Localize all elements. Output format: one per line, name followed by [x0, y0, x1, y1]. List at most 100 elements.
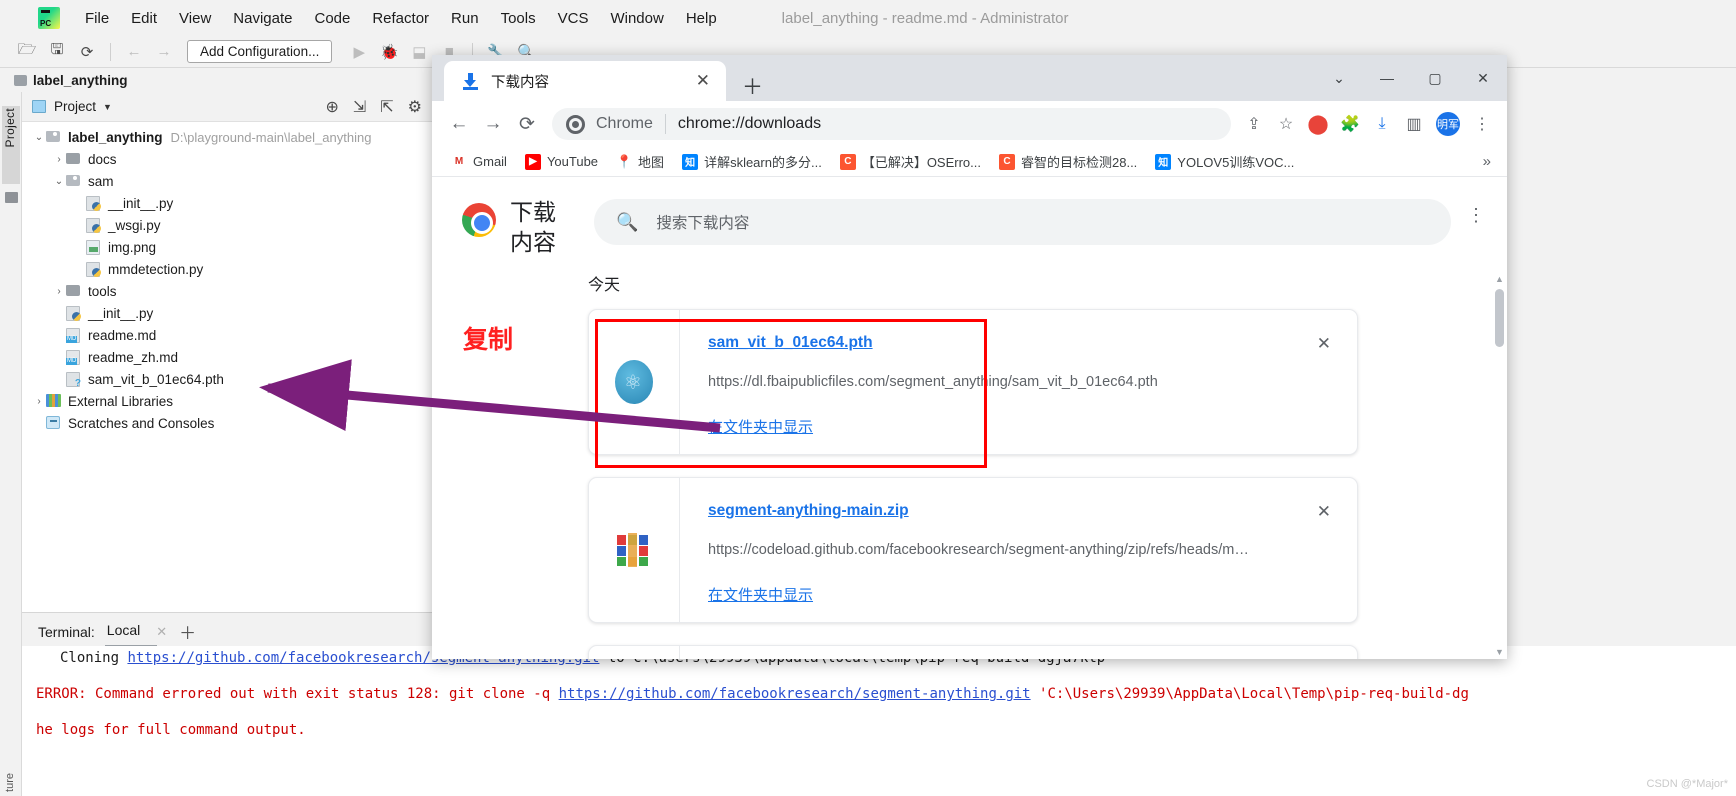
chevron-right-icon[interactable]: › — [52, 286, 66, 297]
tree-item[interactable]: img.png — [22, 236, 434, 258]
downloads-page-header: 下载内容 🔍 搜索下载内容 ⋮ — [432, 177, 1507, 257]
back-arrow-icon[interactable]: ← — [442, 107, 476, 141]
run-icon[interactable]: ▶ — [346, 40, 372, 64]
downloads-search-box[interactable]: 🔍 搜索下载内容 — [594, 199, 1451, 245]
kebab-menu-icon[interactable]: ⋮ — [1467, 109, 1497, 139]
chrome-tab-downloads[interactable]: 下载内容 ✕ — [444, 61, 726, 101]
menu-item-view[interactable]: View — [168, 10, 222, 27]
expand-icon[interactable]: ⇱ — [380, 97, 393, 117]
chevron-right-icon[interactable]: › — [32, 396, 46, 407]
bookmark-item[interactable]: 📍 地图 — [609, 149, 671, 174]
bookmark-item[interactable]: 知详解sklearn的多分... — [675, 149, 829, 174]
chevron-down-icon[interactable]: ⌄ — [32, 132, 46, 143]
tree-item[interactable]: › docs — [22, 148, 434, 170]
refresh-icon[interactable]: ⟳ — [74, 40, 100, 64]
chevron-down-icon[interactable]: ⌄ — [52, 176, 66, 187]
forward-arrow-icon[interactable]: → — [151, 40, 177, 64]
chevron-up-icon[interactable]: ▲ — [1494, 273, 1505, 284]
bookmark-item[interactable]: M Gmail — [444, 151, 514, 173]
chevron-down-icon[interactable]: ▼ — [1494, 646, 1505, 657]
maximize-icon[interactable]: ▢ — [1411, 55, 1459, 101]
back-arrow-icon[interactable]: ← — [121, 40, 147, 64]
collapse-all-icon[interactable]: ⇲ — [353, 97, 366, 117]
coverage-icon[interactable]: ⬓ — [406, 40, 432, 64]
open-folder-icon[interactable]: 🗁 — [14, 40, 40, 64]
omnibox[interactable]: Chrome chrome://downloads — [552, 108, 1231, 140]
gear-icon[interactable]: ⚙ — [408, 97, 422, 117]
tree-item[interactable]: Scratches and Consoles — [22, 412, 434, 434]
bookmark-item[interactable]: ▶ YouTube — [518, 151, 605, 173]
show-in-folder-link[interactable]: 在文件夹中显示 — [708, 584, 813, 605]
bookmark-label: 详解sklearn的多分... — [704, 155, 822, 170]
add-configuration-button[interactable]: Add Configuration... — [187, 40, 333, 63]
download-filename-link[interactable]: segment-anything-main.zip — [708, 502, 909, 520]
bookmark-item[interactable]: C 睿智的目标检测28... — [992, 149, 1144, 174]
share-icon[interactable]: ⇪ — [1239, 109, 1269, 139]
downloads-list-scroll: 今天 sam_vit_b_01ec64.pth https://dl.fbaip… — [432, 271, 1507, 659]
close-icon[interactable]: ✕ — [156, 624, 167, 640]
download-item[interactable]: sam_vit_b_01ec64.pth https://dl.fbaipubl… — [588, 309, 1358, 455]
menu-item-code[interactable]: Code — [303, 10, 361, 27]
close-icon[interactable]: ✕ — [1317, 334, 1331, 354]
tree-item[interactable]: › tools — [22, 280, 434, 302]
download-filename-link[interactable]: sam_vit_b_01ec64.pth — [708, 334, 873, 352]
chevron-right-icon[interactable]: » — [1483, 153, 1495, 170]
chevron-down-icon[interactable]: ⌄ — [1315, 55, 1363, 101]
menu-item-vcs[interactable]: VCS — [547, 10, 600, 27]
structure-folder-icon[interactable] — [5, 192, 18, 203]
downloads-scrollbar[interactable]: ▲ ▼ — [1492, 271, 1507, 659]
target-icon[interactable]: ⊕ — [325, 97, 338, 117]
menu-item-run[interactable]: Run — [440, 10, 490, 27]
tree-item[interactable]: __init__.py — [22, 302, 434, 324]
tool-tab-structure[interactable]: ture — [4, 773, 16, 792]
puzzle-icon[interactable]: 🧩 — [1335, 109, 1365, 139]
tree-item[interactable]: mmdetection.py — [22, 258, 434, 280]
menu-item-refactor[interactable]: Refactor — [361, 10, 440, 27]
menu-item-window[interactable]: Window — [599, 10, 674, 27]
chevron-down-icon[interactable]: ▼ — [103, 102, 112, 112]
kebab-menu-icon[interactable]: ⋮ — [1467, 205, 1485, 226]
project-panel-title[interactable]: Project — [54, 99, 96, 114]
tree-item[interactable]: readme_zh.md — [22, 346, 434, 368]
terminal-tab-local[interactable]: Local — [104, 622, 158, 648]
plus-icon[interactable]: ＋ — [742, 71, 763, 101]
tree-item[interactable]: _wsgi.py — [22, 214, 434, 236]
tree-item[interactable]: › External Libraries — [22, 390, 434, 412]
menu-item-tools[interactable]: Tools — [490, 10, 547, 27]
plus-icon[interactable]: ＋ — [179, 619, 196, 644]
folder-open-icon — [46, 130, 63, 145]
bookmark-item[interactable]: 知 YOLOV5训练VOC... — [1148, 149, 1301, 174]
reload-icon[interactable]: ⟳ — [510, 107, 544, 141]
extension-red-icon[interactable]: ⬤ — [1303, 109, 1333, 139]
scrollbar-thumb[interactable] — [1495, 289, 1504, 347]
tree-item[interactable]: __init__.py — [22, 192, 434, 214]
tree-item[interactable]: ⌄ sam — [22, 170, 434, 192]
forward-arrow-icon[interactable]: → — [476, 107, 510, 141]
downloads-icon[interactable]: ⤓ — [1367, 109, 1397, 139]
tool-tab-project[interactable]: Project — [3, 108, 17, 147]
bookmark-item[interactable]: C 【已解决】OSErro... — [833, 149, 988, 174]
avatar[interactable]: 明军 — [1436, 112, 1460, 136]
tree-item[interactable]: ⌄ label_anything D:\playground-main\label_… — [22, 126, 434, 148]
tree-item[interactable]: sam_vit_b_01ec64.pth — [22, 368, 434, 390]
close-icon[interactable]: ✕ — [690, 71, 716, 91]
tree-item[interactable]: readme.md — [22, 324, 434, 346]
terminal-console-output[interactable]: Cloning https://github.com/facebookresea… — [22, 646, 1736, 796]
console-line2-link[interactable]: https://github.com/facebookresearch/segm… — [559, 686, 1031, 702]
download-item[interactable]: segment-anything-main.zip https://codelo… — [588, 477, 1358, 623]
debug-icon[interactable]: 🐞 — [376, 40, 402, 64]
close-icon[interactable]: ✕ — [1317, 502, 1331, 522]
chevron-right-icon[interactable]: › — [52, 154, 66, 165]
download-item[interactable] — [588, 645, 1358, 659]
menu-item-edit[interactable]: Edit — [120, 10, 168, 27]
menu-item-file[interactable]: File — [74, 10, 120, 27]
menu-item-help[interactable]: Help — [675, 10, 728, 27]
sidepanel-icon[interactable]: ▥ — [1399, 109, 1429, 139]
save-icon[interactable]: 🖫 — [44, 40, 70, 64]
star-icon[interactable]: ☆ — [1271, 109, 1301, 139]
show-in-folder-link[interactable]: 在文件夹中显示 — [708, 416, 813, 437]
console-line2-prefix: ERROR: Command errored out with exit sta… — [36, 686, 559, 702]
menu-item-navigate[interactable]: Navigate — [222, 10, 303, 27]
close-icon[interactable]: ✕ — [1459, 55, 1507, 101]
minimize-icon[interactable]: — — [1363, 55, 1411, 101]
